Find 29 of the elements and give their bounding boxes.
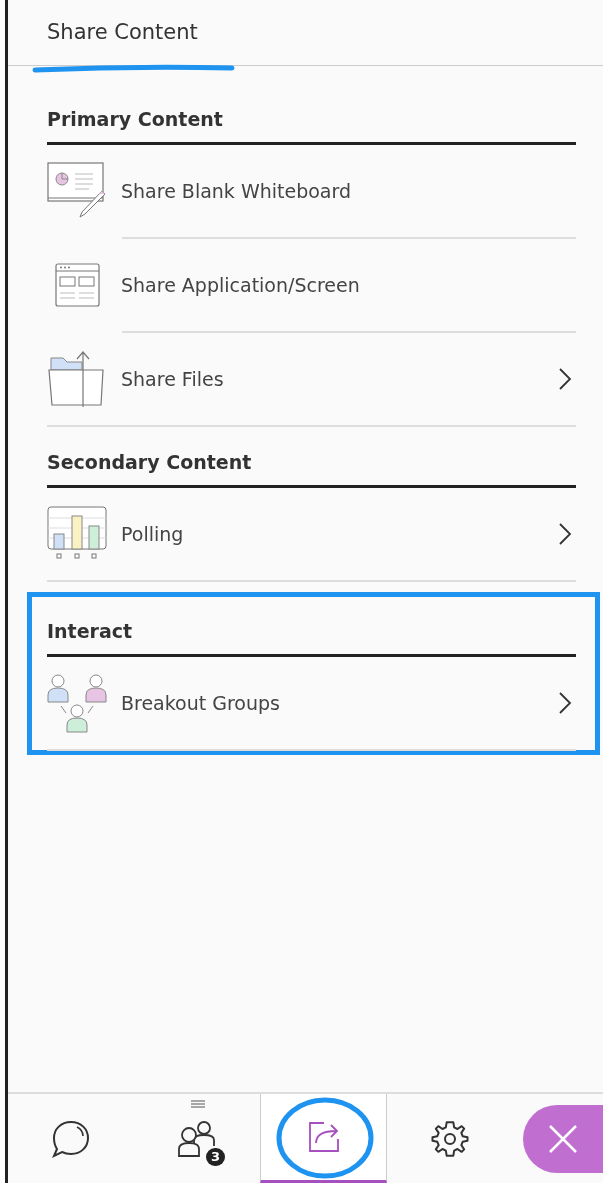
section-heading: Secondary Content — [47, 449, 576, 488]
menu-item-label: Polling — [121, 521, 185, 547]
group-people-icon — [47, 673, 107, 733]
bottom-tab[interactable] — [260, 1094, 387, 1183]
menu-item-label: Share Blank Whiteboard — [121, 178, 353, 204]
chevron-right-icon — [558, 522, 572, 546]
settings-icon — [430, 1118, 470, 1159]
panel-title: Share Content — [47, 19, 199, 46]
bar-chart-icon — [47, 506, 107, 562]
bottom-tab[interactable]: 3 — [134, 1094, 260, 1183]
menu-item[interactable]: Share Files — [47, 333, 576, 425]
section-heading: Interact — [47, 618, 576, 657]
menu-item[interactable]: Polling — [47, 488, 576, 580]
section-heading: Primary Content — [47, 106, 576, 145]
chevron-right-icon — [558, 367, 572, 391]
menu-item-label: Share Application/Screen — [121, 272, 361, 298]
menu-icon — [191, 1100, 205, 1108]
menu-item[interactable]: Breakout Groups — [47, 657, 576, 749]
menu-item[interactable]: Share Blank Whiteboard — [47, 145, 576, 237]
close-button[interactable] — [523, 1104, 603, 1173]
menu-item[interactable]: Share Application/Screen — [47, 239, 576, 331]
menu-item-label: Share Files — [121, 366, 225, 392]
folder-upload-icon — [47, 350, 105, 408]
chevron-right-icon — [558, 691, 572, 715]
whiteboard-icon — [47, 162, 105, 220]
count-badge: 3 — [205, 1147, 225, 1166]
chat-bubble-icon — [51, 1118, 91, 1159]
close-icon — [547, 1122, 579, 1155]
menu-item-label: Breakout Groups — [121, 690, 281, 716]
